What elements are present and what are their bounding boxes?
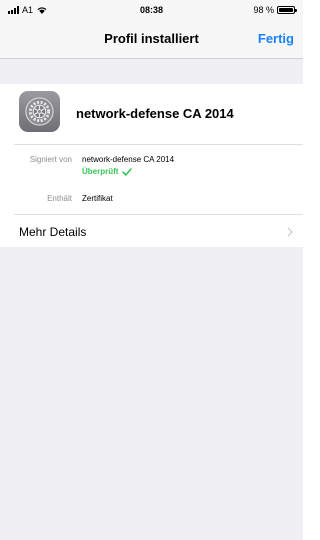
contains-value: Zertifikat [82,194,113,203]
more-details-label: Mehr Details [19,225,87,239]
profile-name: network-defense CA 2014 [76,106,234,121]
profile-card: network-defense CA 2014 Signiert von net… [0,84,303,247]
divider [14,214,303,215]
gear-icon [25,97,54,126]
chevron-right-icon [287,227,293,237]
signed-by-value: network-defense CA 2014 [82,155,175,164]
contains-label: Enthält [47,194,72,203]
battery-fill [279,8,293,12]
navigation-bar: Profil installiert Fertig [0,20,303,59]
battery-percentage: 98 % [253,5,274,15]
screen: A1 08:38 98 % Profil installiert Fertig [0,0,303,540]
signed-by-label: Signiert von [29,155,72,164]
more-details-row[interactable]: Mehr Details [0,219,303,247]
status-right: 98 % [253,5,297,15]
battery-icon [277,6,297,14]
checkmark-icon [122,167,133,176]
verified-label: Überprüft [82,167,119,176]
done-button[interactable]: Fertig [258,31,294,46]
verified-status: Überprüft [82,167,133,176]
settings-gear-icon [19,91,60,132]
status-bar: A1 08:38 98 % [0,0,303,20]
divider [14,144,303,145]
